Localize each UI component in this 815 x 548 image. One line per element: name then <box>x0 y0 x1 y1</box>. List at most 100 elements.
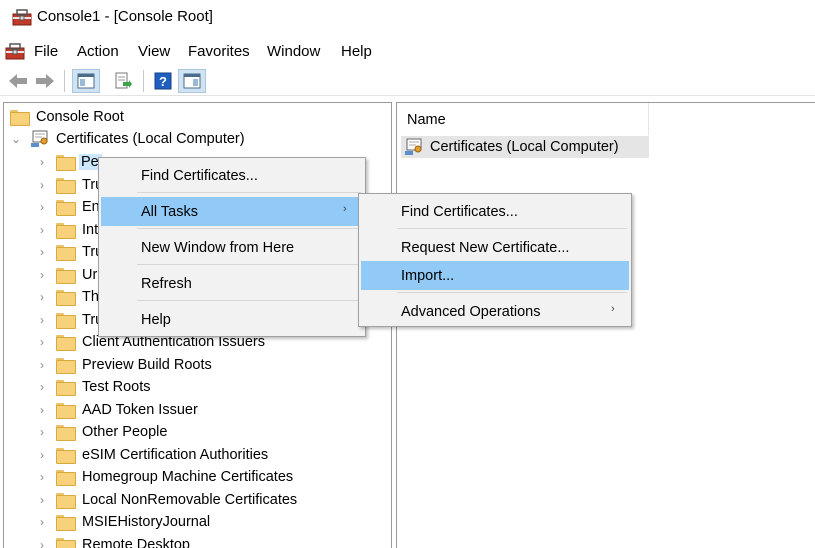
menu-separator <box>137 192 361 193</box>
sub-item-label: Advanced Operations <box>401 303 541 320</box>
ctx-find-certificates[interactable]: Find Certificates... <box>101 161 363 190</box>
chevron-right-icon[interactable]: › <box>36 313 48 327</box>
menu-window[interactable]: Window <box>267 43 320 60</box>
tree-node-trusted-publishers[interactable]: › Tru <box>36 241 103 263</box>
chevron-right-icon[interactable]: › <box>36 470 48 484</box>
chevron-right-icon[interactable]: › <box>36 358 48 372</box>
tree-node-intermediate[interactable]: › Int <box>36 219 98 241</box>
forward-button[interactable] <box>33 69 57 93</box>
sub-request-new-certificate[interactable]: Request New Certificate... <box>361 233 629 262</box>
tree-node-untrusted[interactable]: › Ur <box>36 264 97 286</box>
column-header-name[interactable]: Name <box>397 103 649 135</box>
show-hide-action-pane-icon <box>183 73 201 89</box>
sub-find-certificates[interactable]: Find Certificates... <box>361 197 629 226</box>
show-hide-console-tree-button[interactable] <box>72 69 100 93</box>
export-list-icon <box>115 72 132 89</box>
tree-node-trusted-people[interactable]: › Tru <box>36 309 103 331</box>
help-button[interactable]: ? <box>152 69 174 93</box>
tree-node-third-party-root[interactable]: › Th <box>36 286 99 308</box>
ctx-new-window-from-here[interactable]: New Window from Here <box>101 233 363 262</box>
list-item[interactable]: Certificates (Local Computer) <box>401 136 649 158</box>
tree-node-other-people[interactable]: › Other People <box>36 421 167 443</box>
show-hide-action-pane-button[interactable] <box>178 69 206 93</box>
folder-icon <box>56 403 76 419</box>
chevron-right-icon[interactable]: › <box>36 245 48 259</box>
folder-icon <box>56 200 76 216</box>
chevron-right-icon[interactable]: › <box>36 538 48 548</box>
chevron-right-icon[interactable]: › <box>36 493 48 507</box>
help-icon: ? <box>154 72 172 90</box>
sub-item-label: Request New Certificate... <box>401 239 570 256</box>
folder-icon <box>56 245 76 261</box>
chevron-right-icon[interactable]: › <box>36 403 48 417</box>
menu-action[interactable]: Action <box>77 43 119 60</box>
chevron-right-icon[interactable]: › <box>36 268 48 282</box>
export-list-button[interactable] <box>110 69 136 93</box>
list-item-label: Certificates (Local Computer) <box>430 139 619 155</box>
folder-icon <box>56 448 76 464</box>
ctx-refresh[interactable]: Refresh <box>101 269 363 298</box>
submenu-arrow-icon: › <box>343 203 347 215</box>
ctx-all-tasks[interactable]: All Tasks › <box>101 197 363 226</box>
menu-help[interactable]: Help <box>341 43 372 60</box>
chevron-right-icon[interactable]: › <box>36 515 48 529</box>
tree-node-aad-token-issuer[interactable]: › AAD Token Issuer <box>36 399 198 421</box>
sub-advanced-operations[interactable]: Advanced Operations › <box>361 297 629 326</box>
chevron-right-icon[interactable]: › <box>36 290 48 304</box>
tree-node-test-roots[interactable]: › Test Roots <box>36 376 151 398</box>
menu-separator <box>137 228 361 229</box>
menu-favorites[interactable]: Favorites <box>188 43 250 60</box>
tree-node-remote-desktop[interactable]: › Remote Desktop <box>36 534 190 548</box>
tree-node-esim-cas[interactable]: › eSIM Certification Authorities <box>36 444 268 466</box>
tree-label: Local NonRemovable Certificates <box>82 492 298 508</box>
chevron-right-icon[interactable]: › <box>36 448 48 462</box>
chevron-right-icon[interactable]: › <box>36 223 48 237</box>
tree-node-personal[interactable]: › Pe <box>36 151 102 173</box>
tree-node-enterprise-trust[interactable]: › En <box>36 196 100 218</box>
chevron-right-icon[interactable]: › <box>36 155 48 169</box>
chevron-right-icon[interactable]: › <box>36 178 48 192</box>
tree-node-local-nonremovable-certs[interactable]: › Local NonRemovable Certificates <box>36 489 297 511</box>
tree-node-console-root[interactable]: Console Root <box>10 106 124 128</box>
menu-separator <box>137 264 361 265</box>
ctx-item-label: Help <box>141 311 171 328</box>
menu-view[interactable]: View <box>138 43 170 60</box>
tree-label: eSIM Certification Authorities <box>82 447 269 463</box>
tree-label: Console Root <box>36 109 124 125</box>
folder-icon <box>56 515 76 531</box>
ctx-help[interactable]: Help <box>101 305 363 334</box>
toolbar-separator <box>143 70 144 92</box>
chevron-right-icon[interactable]: › <box>36 380 48 394</box>
sub-import[interactable]: Import... <box>361 261 629 290</box>
tree-label: Remote Desktop <box>82 537 190 548</box>
folder-icon <box>56 268 76 284</box>
tree-label: AAD Token Issuer <box>82 402 198 418</box>
chevron-right-icon[interactable]: › <box>36 335 48 349</box>
tree-node-msiehistoryjournal[interactable]: › MSIEHistoryJournal <box>36 511 210 533</box>
context-menu: Find Certificates... All Tasks › New Win… <box>98 157 366 337</box>
ctx-item-label: Refresh <box>141 275 192 292</box>
tree-node-certificates-store[interactable]: ⌄ Certificates (Local Computer) <box>10 128 245 150</box>
chevron-down-icon[interactable]: ⌄ <box>10 132 22 146</box>
sub-item-label: Find Certificates... <box>401 203 518 220</box>
tree-node-trusted-root[interactable]: › Tru <box>36 174 103 196</box>
folder-icon <box>10 110 30 126</box>
folder-icon <box>56 358 76 374</box>
toolbar: ? <box>0 66 815 96</box>
tree-label: Homegroup Machine Certificates <box>82 469 294 485</box>
mmc-toolbox-icon <box>12 9 32 26</box>
mmc-system-menu-icon[interactable] <box>5 42 25 60</box>
folder-icon <box>56 380 76 396</box>
menu-file[interactable]: File <box>34 43 58 60</box>
chevron-right-icon[interactable]: › <box>36 425 48 439</box>
tree-node-homegroup-machine-certs[interactable]: › Homegroup Machine Certificates <box>36 466 293 488</box>
folder-icon <box>56 470 76 486</box>
folder-icon <box>56 313 76 329</box>
tree-node-preview-build-roots[interactable]: › Preview Build Roots <box>36 354 212 376</box>
back-button[interactable] <box>6 69 30 93</box>
chevron-right-icon[interactable]: › <box>36 200 48 214</box>
forward-icon <box>36 74 54 88</box>
tree-label: Int <box>82 222 99 238</box>
folder-icon <box>56 425 76 441</box>
window-title: Console1 - [Console Root] <box>37 8 213 25</box>
